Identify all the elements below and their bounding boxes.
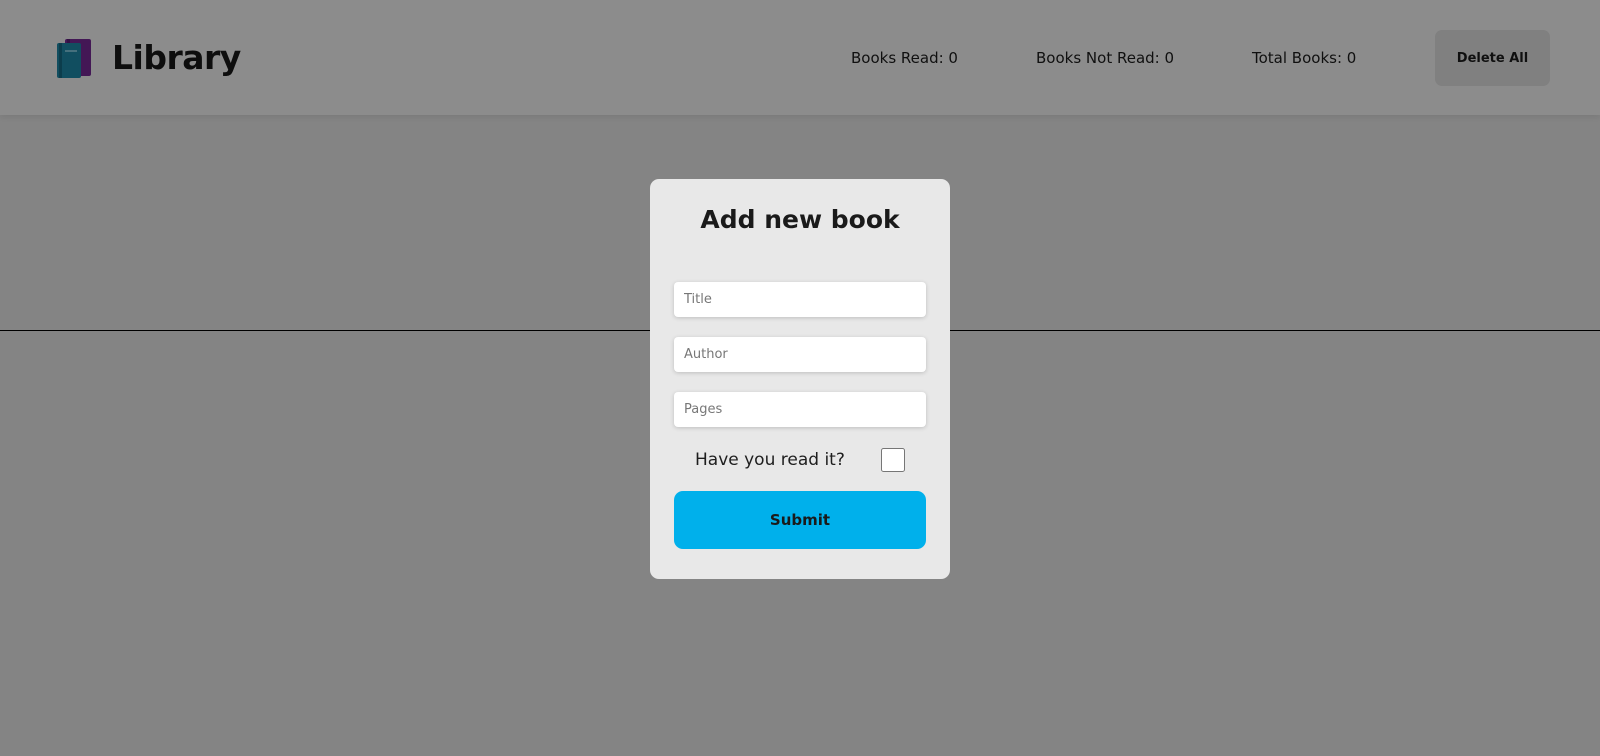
- title-input[interactable]: [674, 282, 926, 317]
- author-input[interactable]: [674, 337, 926, 372]
- modal-title: Add new book: [700, 205, 900, 234]
- read-checkbox[interactable]: [881, 448, 905, 472]
- pages-input[interactable]: [674, 392, 926, 427]
- read-checkbox-label: Have you read it?: [695, 450, 845, 470]
- add-book-modal: Add new book Have you read it? Submit: [650, 179, 950, 579]
- submit-button[interactable]: Submit: [674, 491, 926, 549]
